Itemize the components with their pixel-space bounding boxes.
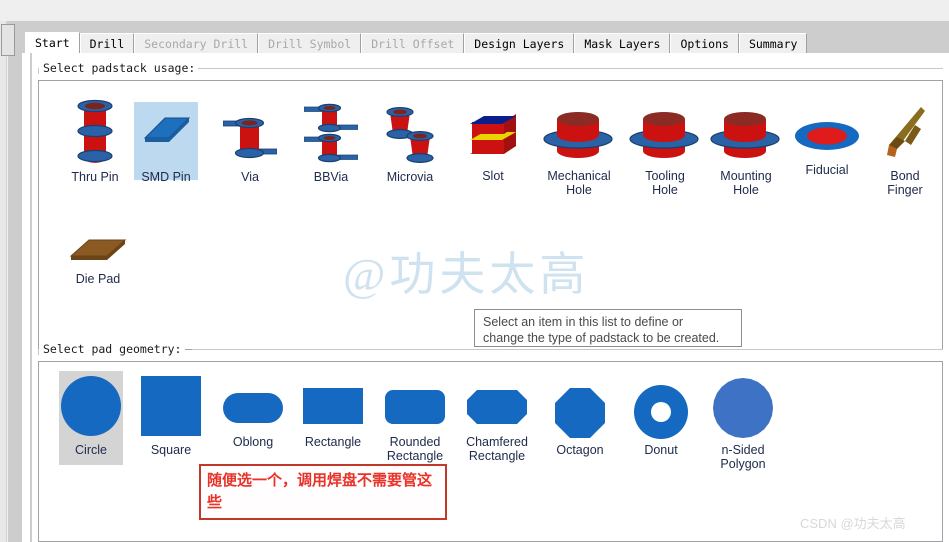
rectangle-shape-icon xyxy=(302,379,364,433)
padstack-usage-item-label: Fiducial xyxy=(805,163,849,177)
mounting-hole-icon xyxy=(709,103,783,167)
pad-geometry-item-circle[interactable]: Circle xyxy=(58,371,124,465)
padstack-usage-item-label: Tooling Hole xyxy=(645,169,685,197)
tab-secondary-drill: Secondary Drill xyxy=(134,33,259,53)
fiducial-icon xyxy=(794,111,860,161)
padstack-usage-tooltip: Select an item in this list to define or… xyxy=(474,309,742,347)
pad-geometry-item-rectangle[interactable]: Rectangle xyxy=(300,379,366,449)
square-shape-icon xyxy=(140,371,202,441)
mechanical-hole-icon xyxy=(542,103,616,167)
padstack-usage-item-microvia[interactable]: Microvia xyxy=(377,98,443,184)
pad-geometry-item-label: Octagon xyxy=(556,443,604,457)
padstack-usage-item-label: Mounting Hole xyxy=(720,169,772,197)
donut-shape-icon xyxy=(633,383,689,441)
tooling-hole-icon xyxy=(628,103,702,167)
padstack-usage-item-die-pad[interactable]: Die Pad xyxy=(65,228,131,286)
padstack-usage-item-label: SMD Pin xyxy=(141,170,191,184)
padstack-usage-item-label: Microvia xyxy=(386,170,434,184)
padstack-usage-item-bbvia[interactable]: BBVia xyxy=(300,95,362,184)
pad-geometry-item-n-sided-polygon[interactable]: n-Sided Polygon xyxy=(708,375,778,471)
smd-pin-icon xyxy=(139,88,193,168)
geometry-group-label: Select pad geometry: xyxy=(39,342,186,356)
padstack-usage-item-smd-pin[interactable]: SMD Pin xyxy=(134,88,198,184)
oblong-shape-icon xyxy=(222,383,284,433)
pad-geometry-item-chamfered-rectangle[interactable]: Chamfered Rectangle xyxy=(462,381,532,463)
microvia-icon xyxy=(380,98,440,168)
chamfered-rectangle-shape-icon xyxy=(466,381,528,433)
pad-geometry-item-label: Donut xyxy=(644,443,678,457)
usage-group-label: Select padstack usage: xyxy=(39,61,200,75)
tab-summary[interactable]: Summary xyxy=(738,33,808,53)
geometry-group-line xyxy=(192,349,943,350)
bond-finger-icon xyxy=(883,101,927,167)
padstack-usage-item-fiducial[interactable]: Fiducial xyxy=(792,111,862,177)
n-sided-polygon-shape-icon xyxy=(712,375,774,441)
via-icon xyxy=(223,98,277,168)
rail-tab-handle[interactable] xyxy=(1,24,15,56)
octagon-shape-icon xyxy=(554,385,606,441)
pad-geometry-item-square[interactable]: Square xyxy=(138,371,204,457)
tab-design-layers[interactable]: Design Layers xyxy=(464,33,575,53)
tooltip-line-1: Select an item in this list to define or xyxy=(483,315,684,329)
pad-geometry-item-label: Circle xyxy=(75,443,107,457)
padstack-usage-item-mounting-hole[interactable]: Mounting Hole xyxy=(707,103,785,197)
bbvia-icon xyxy=(304,95,358,168)
padstack-usage-item-label: Via xyxy=(241,170,259,184)
pad-geometry-item-label: Square xyxy=(150,443,192,457)
tab-mask-layers[interactable]: Mask Layers xyxy=(574,33,671,53)
pad-geometry-item-label: n-Sided Polygon xyxy=(720,443,766,471)
pad-geometry-item-octagon[interactable]: Octagon xyxy=(550,385,610,457)
slot-icon xyxy=(464,103,522,167)
circle-shape-icon xyxy=(60,371,122,441)
pad-geometry-item-donut[interactable]: Donut xyxy=(630,383,692,457)
padstack-usage-item-label: Die Pad xyxy=(75,272,121,286)
pad-geometry-item-oblong[interactable]: Oblong xyxy=(220,383,286,449)
padstack-usage-item-via[interactable]: Via xyxy=(220,98,280,184)
padstack-editor-window: Start Drill Secondary Drill Drill Symbol Dri… xyxy=(0,0,949,542)
usage-group-line xyxy=(198,68,943,69)
pad-geometry-item-label: Rectangle xyxy=(304,435,362,449)
pad-geometry-item-label: Oblong xyxy=(232,435,274,449)
left-gap-column xyxy=(22,31,30,542)
tab-bar: Start Drill Secondary Drill Drill Symbol Dri… xyxy=(25,32,808,53)
annotation-callout: 随便选一个，调用焊盘不需要管这些 xyxy=(199,464,447,520)
rounded-rectangle-shape-icon xyxy=(384,381,446,433)
padstack-usage-item-mechanical-hole[interactable]: Mechanical Hole xyxy=(540,103,618,197)
padstack-usage-item-tooling-hole[interactable]: Tooling Hole xyxy=(626,103,704,197)
left-rail-secondary xyxy=(8,21,22,542)
pad-geometry-item-label: Rounded Rectangle xyxy=(386,435,444,463)
tab-drill[interactable]: Drill xyxy=(79,33,135,53)
start-page: Select padstack usage: Select pad geomet… xyxy=(32,53,949,542)
die-pad-icon xyxy=(67,228,129,270)
thru-pin-icon xyxy=(68,88,122,168)
window-chrome-band xyxy=(0,21,949,31)
padstack-usage-item-label: Bond Finger xyxy=(887,169,923,197)
left-rail xyxy=(0,21,7,542)
pad-geometry-item-rounded-rectangle[interactable]: Rounded Rectangle xyxy=(380,381,450,463)
padstack-usage-item-bond-finger[interactable]: Bond Finger xyxy=(880,101,930,197)
padstack-usage-item-label: Mechanical Hole xyxy=(547,169,611,197)
window-top-chrome xyxy=(0,0,949,21)
padstack-usage-item-thru-pin[interactable]: Thru Pin xyxy=(65,88,125,184)
tab-start[interactable]: Start xyxy=(25,32,80,53)
tab-options[interactable]: Options xyxy=(670,33,739,53)
tab-drill-symbol: Drill Symbol xyxy=(258,33,362,53)
padstack-usage-item-label: Slot xyxy=(482,169,504,183)
pad-geometry-item-label: Chamfered Rectangle xyxy=(466,435,528,463)
padstack-usage-item-label: BBVia xyxy=(313,170,349,184)
tab-drill-offset: Drill Offset xyxy=(361,33,465,53)
tooltip-line-2: change the type of padstack to be create… xyxy=(483,331,720,345)
padstack-usage-item-label: Thru Pin xyxy=(71,170,119,184)
padstack-usage-item-slot[interactable]: Slot xyxy=(462,103,524,183)
center-watermark: @功夫太高 xyxy=(343,249,590,300)
corner-watermark: CSDN @功夫太高 xyxy=(800,516,906,531)
